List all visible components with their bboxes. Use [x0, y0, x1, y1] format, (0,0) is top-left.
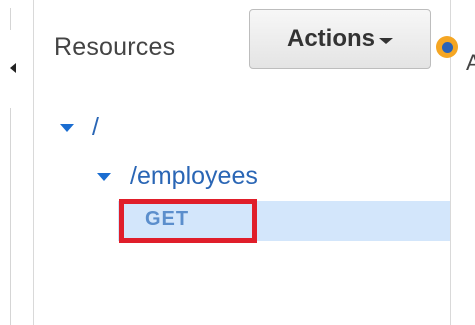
status-dot-inner — [441, 41, 453, 53]
panel-title: Resources — [54, 33, 176, 61]
annotation-highlight-box — [119, 199, 257, 243]
expand-triangle-icon[interactable] — [60, 123, 74, 132]
api-gateway-resources-panel: Resources Actions A / /employees GET — [0, 0, 475, 325]
expand-triangle-icon[interactable] — [97, 172, 111, 181]
actions-button-label: Actions — [286, 25, 375, 52]
status-dot-icon — [436, 36, 458, 58]
caret-down-icon — [379, 37, 393, 44]
actions-dropdown-button[interactable]: Actions — [249, 9, 431, 69]
panel-divider-left — [33, 0, 34, 325]
cut-off-text: A — [466, 50, 475, 75]
tree-item-employees-label: /employees — [130, 162, 258, 190]
left-panel-border-top — [0, 8, 11, 30]
tree-item-employees[interactable]: /employees — [97, 162, 258, 191]
left-panel-border-bottom — [0, 108, 11, 325]
tree-item-root-label: / — [92, 113, 99, 141]
tree-item-root[interactable]: / — [60, 113, 99, 142]
collapse-arrow-icon[interactable] — [10, 63, 16, 73]
